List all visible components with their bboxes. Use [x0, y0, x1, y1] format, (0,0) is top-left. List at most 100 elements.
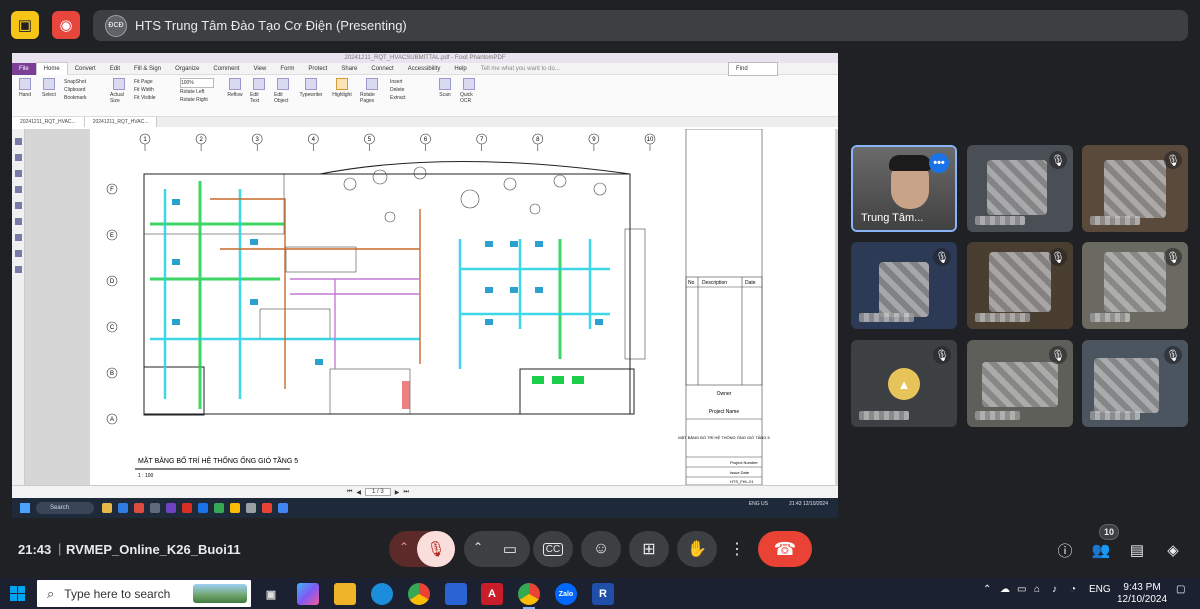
leave-call-button[interactable]: ☎: [758, 531, 812, 567]
camera-button[interactable]: ▭: [490, 531, 530, 567]
comments-icon[interactable]: [15, 186, 22, 193]
typewriter-button[interactable]: Typewriter: [298, 78, 324, 98]
tray-cloud-icon[interactable]: ☁: [1000, 584, 1010, 595]
signatures-icon[interactable]: [15, 218, 22, 225]
tray-speaker-icon[interactable]: ♪: [1052, 584, 1057, 595]
fit-width-button[interactable]: Fit Width: [134, 86, 174, 94]
participant-tile[interactable]: 🎙: [1082, 340, 1188, 427]
menu-home[interactable]: Home: [35, 62, 68, 75]
quick-ocr-button[interactable]: Quick OCR: [460, 78, 478, 104]
participant-tile[interactable]: 🎙: [967, 242, 1073, 329]
participant-tile[interactable]: 🎙: [1082, 145, 1188, 232]
activities-icon[interactable]: ◈: [1163, 540, 1183, 560]
page-number-input[interactable]: 1 / 3: [365, 488, 391, 496]
fit-visible-button[interactable]: Fit Visible: [134, 94, 174, 102]
language-indicator[interactable]: ENG: [1089, 584, 1111, 595]
recording-icon[interactable]: ◉: [52, 11, 80, 39]
mic-options-chevron-icon[interactable]: ⌃: [399, 540, 409, 554]
edge-icon[interactable]: [371, 583, 393, 605]
taskbar-clock[interactable]: 9:43 PM 12/10/2024: [1117, 582, 1167, 606]
select-tool-button[interactable]: Select: [40, 78, 58, 98]
next-page-icon[interactable]: ▶: [395, 489, 400, 496]
participant-tile[interactable]: 🎙: [967, 145, 1073, 232]
task-view-icon[interactable]: ▣: [260, 583, 282, 605]
menu-file[interactable]: File: [12, 62, 36, 75]
first-page-icon[interactable]: ⏮: [347, 489, 352, 496]
bookmarks-icon[interactable]: [15, 138, 22, 145]
tray-chevron-icon[interactable]: ⌃: [983, 584, 991, 595]
revit-icon[interactable]: R: [592, 583, 614, 605]
rotate-pages-button[interactable]: Rotate Pages: [360, 78, 384, 104]
tags-icon[interactable]: [15, 266, 22, 273]
menu-accessibility[interactable]: Accessibility: [401, 63, 448, 75]
menu-fill-sign[interactable]: Fill & Sign: [127, 63, 168, 75]
mic-off-button[interactable]: 🎙: [417, 531, 455, 567]
participant-tile[interactable]: 🎙: [967, 340, 1073, 427]
participant-tile-speaker[interactable]: ••• Trung Tâm...: [851, 145, 957, 232]
file-explorer-icon[interactable]: [334, 583, 356, 605]
meeting-info-icon[interactable]: ⓘ: [1055, 540, 1075, 560]
fit-page-button[interactable]: Fit Page: [134, 78, 174, 86]
autocad-icon[interactable]: A: [481, 583, 503, 605]
security-icon[interactable]: [15, 234, 22, 241]
people-icon[interactable]: 👥: [1091, 540, 1111, 560]
participant-tile[interactable]: 🎙: [1082, 242, 1188, 329]
rotate-right-button[interactable]: Rotate Right: [180, 96, 220, 104]
find-input[interactable]: Find: [728, 61, 778, 76]
actual-size-button[interactable]: Actual Size: [110, 78, 128, 104]
menu-connect[interactable]: Connect: [364, 63, 400, 75]
raise-hand-button[interactable]: ✋: [677, 531, 717, 567]
doc-tab-2[interactable]: 20241211_RQT_HVAC...: [84, 117, 158, 127]
zalo-icon[interactable]: Zalo: [555, 583, 577, 605]
bookmark-button[interactable]: Bookmark: [64, 94, 104, 102]
menu-organize[interactable]: Organize: [168, 63, 206, 75]
doc-tab-1[interactable]: 20241211_RQT_HVAC...: [12, 117, 85, 127]
fields-icon[interactable]: [15, 250, 22, 257]
chrome-active-icon[interactable]: [518, 583, 540, 609]
attachments-icon[interactable]: [15, 202, 22, 209]
emoji-button[interactable]: ☺: [581, 531, 621, 567]
tray-network-icon[interactable]: ▭: [1017, 584, 1026, 595]
extract-button[interactable]: Extract: [390, 94, 430, 102]
menu-form[interactable]: Form: [273, 63, 301, 75]
more-options-button[interactable]: ⋮: [725, 531, 749, 567]
rotate-left-button[interactable]: Rotate Left: [180, 88, 220, 96]
prev-page-icon[interactable]: ◀: [356, 489, 361, 496]
reflow-button[interactable]: Reflow: [226, 78, 244, 98]
participant-tile[interactable]: ▲ 🎙: [851, 340, 957, 427]
start-button[interactable]: [10, 586, 25, 601]
zoom-select[interactable]: 100%: [180, 78, 214, 88]
notifications-icon[interactable]: ▢: [1176, 584, 1185, 595]
menu-protect[interactable]: Protect: [301, 63, 334, 75]
menu-view[interactable]: View: [246, 63, 273, 75]
menu-comment[interactable]: Comment: [206, 63, 246, 75]
insert-button[interactable]: Insert: [390, 78, 430, 86]
menu-edit[interactable]: Edit: [103, 63, 127, 75]
present-button[interactable]: ⊞: [629, 531, 669, 567]
scan-button[interactable]: Scan: [436, 78, 454, 98]
edit-text-button[interactable]: Edit Text: [250, 78, 268, 104]
app-icon[interactable]: [445, 583, 467, 605]
chrome-icon[interactable]: [408, 583, 430, 605]
thumbnails-icon[interactable]: [15, 154, 22, 161]
tray-wifi-icon[interactable]: ◔: [1070, 584, 1076, 595]
captions-off-icon[interactable]: ▣: [11, 11, 39, 39]
camera-options-chevron-icon[interactable]: ⌃: [473, 540, 483, 554]
edit-object-button[interactable]: Edit Object: [274, 78, 292, 104]
more-options-icon[interactable]: •••: [929, 153, 949, 173]
snapshot-button[interactable]: SnapShot: [64, 78, 104, 86]
hand-tool-button[interactable]: Hand: [16, 78, 34, 98]
highlight-button[interactable]: Highlight: [330, 78, 354, 98]
chat-icon[interactable]: ▤: [1127, 540, 1147, 560]
clipboard-button[interactable]: Clipboard: [64, 86, 104, 94]
captions-button[interactable]: CC: [533, 531, 573, 567]
taskbar-search[interactable]: ⌕ Type here to search: [37, 580, 251, 607]
last-page-icon[interactable]: ⏭: [403, 489, 408, 496]
layers-icon[interactable]: [15, 170, 22, 177]
tray-battery-icon[interactable]: ⌂: [1034, 584, 1040, 595]
tell-me-input[interactable]: Tell me what you want to do...: [474, 63, 567, 75]
copilot-icon[interactable]: [297, 583, 319, 605]
menu-share[interactable]: Share: [334, 63, 364, 75]
menu-help[interactable]: Help: [447, 63, 473, 75]
menu-convert[interactable]: Convert: [68, 63, 103, 75]
